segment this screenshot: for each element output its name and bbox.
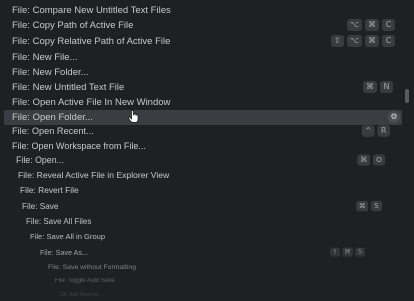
key-cap: S (370, 200, 382, 212)
key-cap: ⌘ (356, 200, 369, 212)
command-label: File: Save All in Group (30, 232, 106, 241)
command-item[interactable]: File: Revert File (0, 183, 400, 198)
command-item[interactable]: File: Save As... ⇧ ⌘ S (0, 245, 400, 260)
command-label: File: Reveal Active File in Explorer Vie… (18, 170, 170, 180)
command-item[interactable]: File: Compare New Untitled Text Files (0, 3, 400, 18)
command-label: File: Save All Files (26, 217, 92, 226)
keybinding: ^ R (361, 125, 390, 138)
command-label: Git: Add Remote... (60, 292, 103, 298)
command-label: File: New Folder... (12, 67, 89, 78)
command-label: File: Revert File (20, 185, 79, 195)
command-label: File: Open Active File In New Window (12, 97, 171, 108)
key-cap: ⇧ (330, 247, 340, 257)
command-label: File: Save As... (40, 248, 88, 257)
command-item[interactable]: File: Save without Formatting (0, 260, 400, 275)
command-item[interactable]: File: Copy Path of Active File ⌥ ⌘ C (0, 18, 400, 33)
key-cap: C (382, 19, 395, 31)
command-label: File: Compare New Untitled Text Files (12, 5, 171, 16)
command-label: File: Open Workspace from File... (12, 141, 146, 151)
command-item[interactable]: File: Save ⌘ S (0, 199, 400, 214)
gear-icon[interactable]: ⚙ (388, 111, 400, 123)
key-cap: ^ (361, 125, 375, 137)
command-item[interactable]: File: Save All Files (0, 214, 400, 229)
command-label: File: Toggle Auto Save (55, 278, 115, 284)
command-item[interactable]: File: Open Folder... ⚙ (4, 110, 402, 125)
key-cap: ⌘ (342, 247, 353, 257)
command-item[interactable]: File: Open Active File In New Window (0, 95, 400, 110)
key-cap: ⇧ (330, 35, 344, 47)
command-label: File: Open Recent... (12, 126, 94, 136)
command-item[interactable]: File: Copy Relative Path of Active File ⇧… (0, 34, 400, 49)
key-cap: ⌥ (346, 19, 362, 31)
command-item[interactable]: Git: Add Remote... (0, 288, 400, 301)
command-label: File: Copy Path of Active File (12, 20, 134, 31)
command-item[interactable]: File: New File... (0, 50, 400, 65)
key-cap: ⌘ (365, 19, 379, 31)
key-cap: ⌘ (365, 35, 379, 47)
keybinding: ⌘ S (356, 200, 382, 212)
key-cap: ⌘ (357, 154, 371, 166)
command-item[interactable]: File: Toggle Auto Save (0, 274, 400, 289)
command-label: File: Save without Formatting (48, 264, 137, 271)
keybinding: ⇧ ⌘ S (330, 247, 365, 258)
command-label: File: New Untitled Text File (12, 82, 125, 93)
key-cap: ⌥ (346, 35, 362, 47)
keybinding: ⇧ ⌥ ⌘ C (330, 35, 395, 48)
command-item[interactable]: File: Open Workspace from File... (0, 139, 400, 154)
command-item[interactable]: File: Open... ⌘ O (0, 153, 400, 168)
command-label: File: Copy Relative Path of Active File (12, 36, 171, 47)
command-palette: File: Compare New Untitled Text Files Fil… (0, 0, 414, 301)
command-label: File: New File... (12, 52, 78, 63)
keybinding: ⌥ ⌘ C (346, 19, 395, 32)
command-label: File: Open... (16, 155, 64, 165)
key-cap: O (372, 154, 385, 166)
keybinding: ⌘ O (357, 154, 385, 166)
scrollbar-thumb[interactable] (405, 89, 409, 103)
command-item[interactable]: File: New Folder... (0, 65, 400, 80)
keybinding: ⌘ N (363, 81, 393, 94)
key-cap: C (382, 35, 395, 47)
command-item[interactable]: File: Open Recent... ^ R (0, 124, 400, 139)
command-label: File: Save (22, 202, 59, 211)
command-label: File: Open Folder... (12, 112, 93, 123)
command-item[interactable]: File: Save All in Group (0, 229, 400, 244)
key-cap: ⌘ (363, 81, 377, 93)
command-item[interactable]: File: Reveal Active File in Explorer Vie… (0, 168, 400, 183)
hand-cursor-icon (128, 110, 139, 123)
key-cap: R (377, 125, 390, 137)
command-item[interactable]: File: New Untitled Text File ⌘ N (0, 80, 400, 95)
key-cap: N (380, 81, 393, 93)
key-cap: S (355, 247, 365, 257)
